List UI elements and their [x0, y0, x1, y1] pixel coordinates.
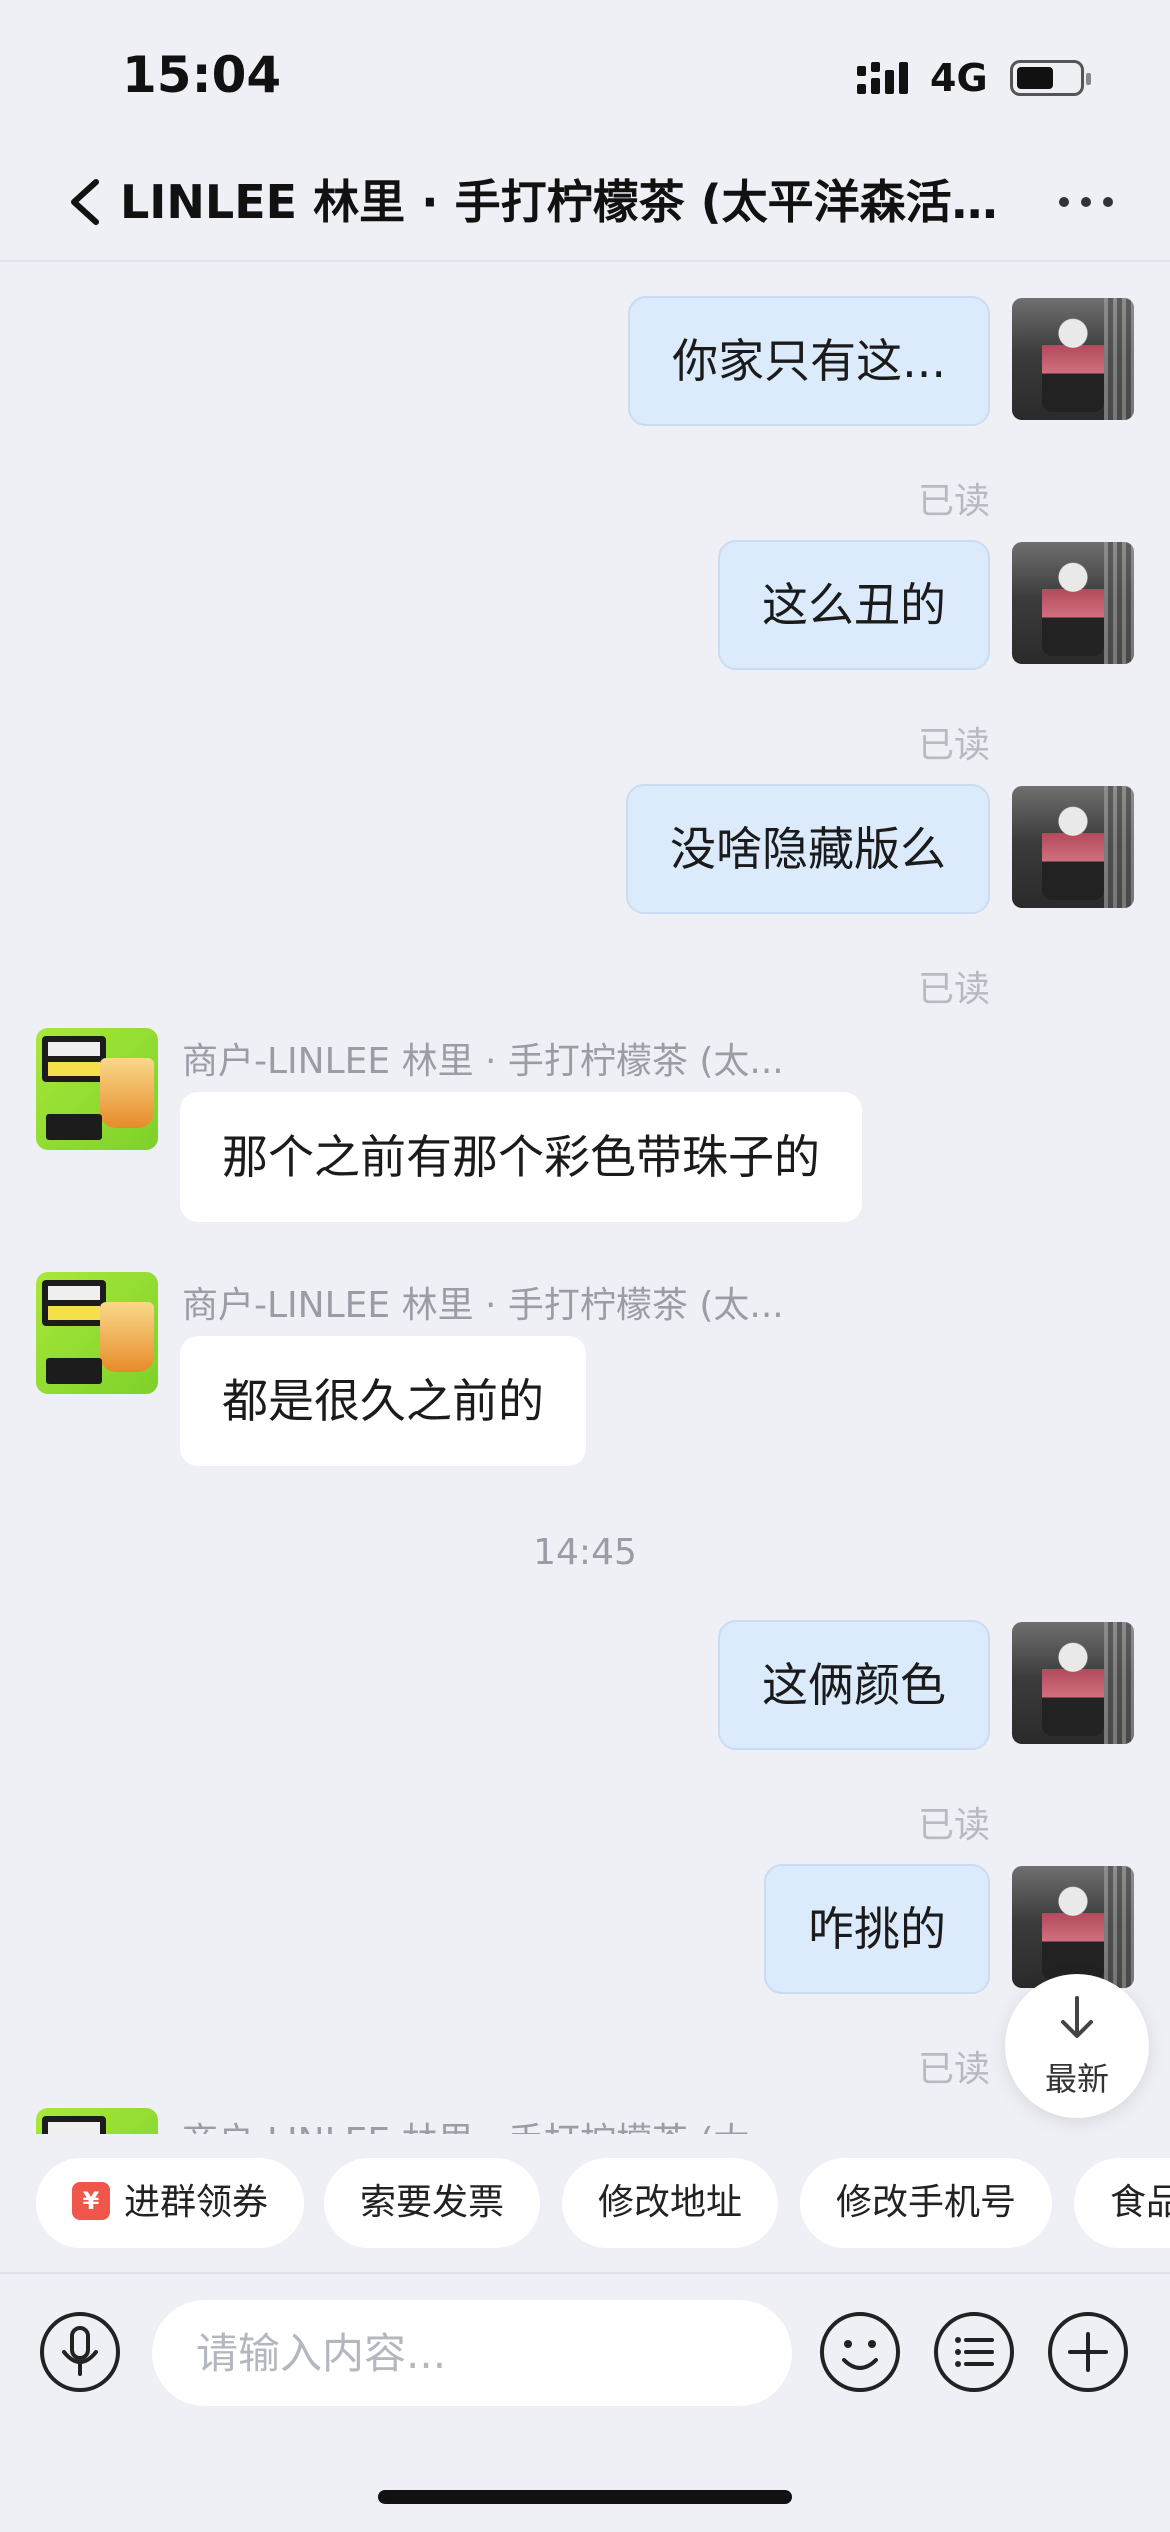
- menu-list-icon[interactable]: [932, 2310, 1016, 2394]
- message-bubble[interactable]: 这么丑的: [718, 540, 990, 670]
- quick-reply-chips: 进群领券 索要发票 修改地址 修改手机号 食品: [0, 2158, 1170, 2254]
- read-status: 已读: [917, 1805, 990, 1846]
- coupon-icon: [72, 2182, 110, 2220]
- status-bar: 15:04 4G: [0, 0, 1170, 150]
- chip-label: 修改手机号: [836, 2182, 1017, 2223]
- status-time: 15:04: [122, 46, 282, 104]
- home-indicator[interactable]: [378, 2490, 792, 2504]
- message-list[interactable]: 你家只有这... 已读 这么丑的 已读 没啥隐藏版么 已读 商户-LINLEE …: [0, 264, 1170, 2134]
- user-avatar[interactable]: [1012, 542, 1134, 664]
- chip-join-group-coupon[interactable]: 进群领券: [36, 2158, 305, 2248]
- read-status: 已读: [917, 481, 990, 522]
- chip-label: 修改地址: [598, 2182, 743, 2223]
- message-outgoing: 这俩颜色 已读: [0, 1620, 1170, 1846]
- message-bubble[interactable]: 你家只有这...: [628, 296, 990, 426]
- message-bubble[interactable]: 都是很久之前的: [180, 1336, 586, 1466]
- sender-name: 商户-LINLEE 林里 · 手打柠檬茶 (太...: [182, 1285, 784, 1326]
- read-status: 已读: [917, 2049, 990, 2090]
- message-bubble[interactable]: 没啥隐藏版么: [626, 784, 990, 914]
- message-outgoing: 这么丑的 已读: [0, 540, 1170, 766]
- read-status: 已读: [917, 969, 990, 1010]
- merchant-avatar[interactable]: [36, 1028, 158, 1150]
- message-incoming: 商户-LINLEE 林里 · 手打柠檬茶 (太... 那个之前有那个彩色带珠子的: [0, 1028, 1170, 1248]
- message-incoming: 商户-LINLEE 林里 · 手打柠檬茶 (太... 都是很久之前的: [0, 1272, 1170, 1492]
- message-outgoing: 咋挑的 已读: [0, 1864, 1170, 2090]
- emoji-icon[interactable]: [818, 2310, 902, 2394]
- chip-edit-address[interactable]: 修改地址: [562, 2158, 779, 2248]
- plus-icon[interactable]: [1046, 2310, 1130, 2394]
- sender-name: 商户-LINLEE 林里 · 手打柠檬茶 (太...: [182, 1041, 784, 1082]
- chip-label: 食品: [1110, 2182, 1170, 2223]
- battery-icon: [1010, 60, 1091, 96]
- user-avatar[interactable]: [1012, 298, 1134, 420]
- jump-to-latest-button[interactable]: 最新: [1005, 1974, 1149, 2118]
- chip-label: 进群领券: [124, 2182, 269, 2223]
- sender-name: 商户-LINLEE 林里 · 手打柠檬茶 (太...: [182, 2112, 784, 2134]
- user-avatar[interactable]: [1012, 786, 1134, 908]
- chat-header: LINLEE 林里 · 手打柠檬茶 (太平洋森活...: [0, 150, 1170, 262]
- message-outgoing: 没啥隐藏版么 已读: [0, 784, 1170, 1010]
- back-arrow-icon[interactable]: [58, 172, 118, 232]
- microphone-icon[interactable]: [38, 2310, 122, 2394]
- chip-request-invoice[interactable]: 索要发票: [324, 2158, 541, 2248]
- chip-edit-phone[interactable]: 修改手机号: [800, 2158, 1053, 2248]
- merchant-avatar[interactable]: [36, 2108, 158, 2134]
- more-options-icon[interactable]: [1056, 192, 1116, 212]
- read-status: 已读: [917, 725, 990, 766]
- user-avatar[interactable]: [1012, 1866, 1134, 1988]
- signal-icon: [857, 62, 908, 94]
- chip-food[interactable]: 食品: [1074, 2158, 1170, 2248]
- message-bubble[interactable]: 咋挑的: [764, 1864, 990, 1994]
- chat-title: LINLEE 林里 · 手打柠檬茶 (太平洋森活...: [120, 175, 1000, 229]
- message-outgoing: 你家只有这... 已读: [0, 296, 1170, 522]
- jump-to-latest-label: 最新: [1044, 2060, 1109, 2098]
- message-incoming: 商户-LINLEE 林里 · 手打柠檬茶 (太...: [0, 2108, 1170, 2134]
- message-bubble[interactable]: 这俩颜色: [718, 1620, 990, 1750]
- merchant-avatar[interactable]: [36, 1272, 158, 1394]
- message-bubble[interactable]: 那个之前有那个彩色带珠子的: [180, 1092, 862, 1222]
- message-timestamp: 14:45: [533, 1532, 637, 1573]
- message-input[interactable]: [152, 2300, 792, 2406]
- user-avatar[interactable]: [1012, 1622, 1134, 1744]
- arrow-down-icon: [1061, 1996, 1093, 2038]
- chip-label: 索要发票: [360, 2182, 505, 2223]
- network-type: 4G: [930, 56, 988, 100]
